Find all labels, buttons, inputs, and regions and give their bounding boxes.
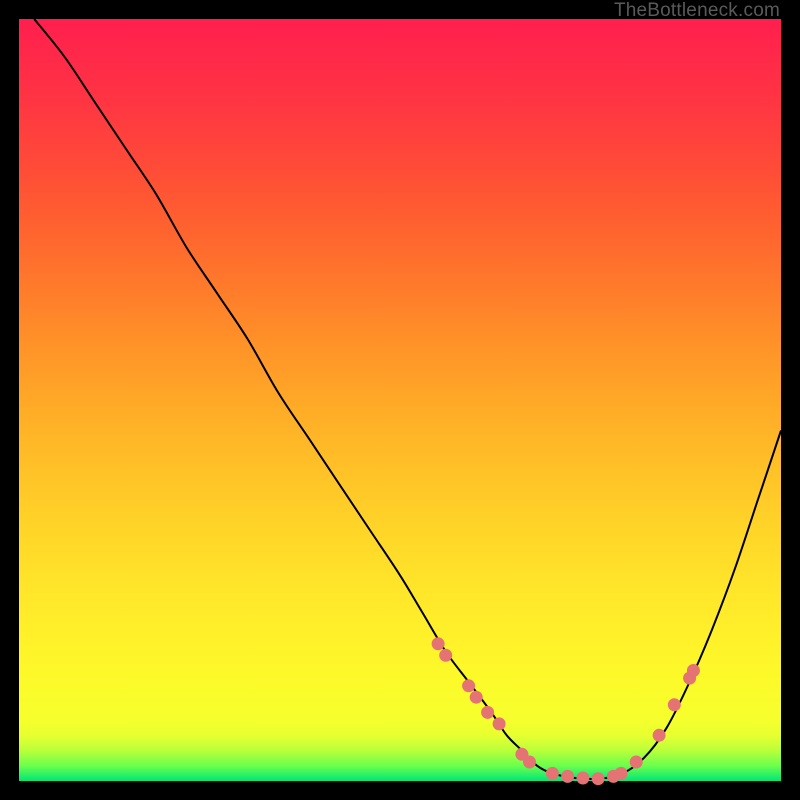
marker-point [462,679,475,692]
marker-point [493,717,506,730]
marker-point [561,770,574,783]
marker-point [439,649,452,662]
chart-stage: TheBottleneck.com [0,0,800,800]
marker-point [615,767,628,780]
marker-point [687,664,700,677]
marker-point [470,691,483,704]
marker-point [432,637,445,650]
bottleneck-curve [34,19,781,779]
marker-point [481,706,494,719]
curve-layer [19,19,781,781]
plot-area [19,19,781,781]
marker-point [523,756,536,769]
marker-point [668,698,681,711]
marker-point [546,767,559,780]
marker-point [592,772,605,785]
marker-point [653,729,666,742]
marker-point [576,772,589,785]
markers-group [432,637,700,785]
marker-point [630,756,643,769]
